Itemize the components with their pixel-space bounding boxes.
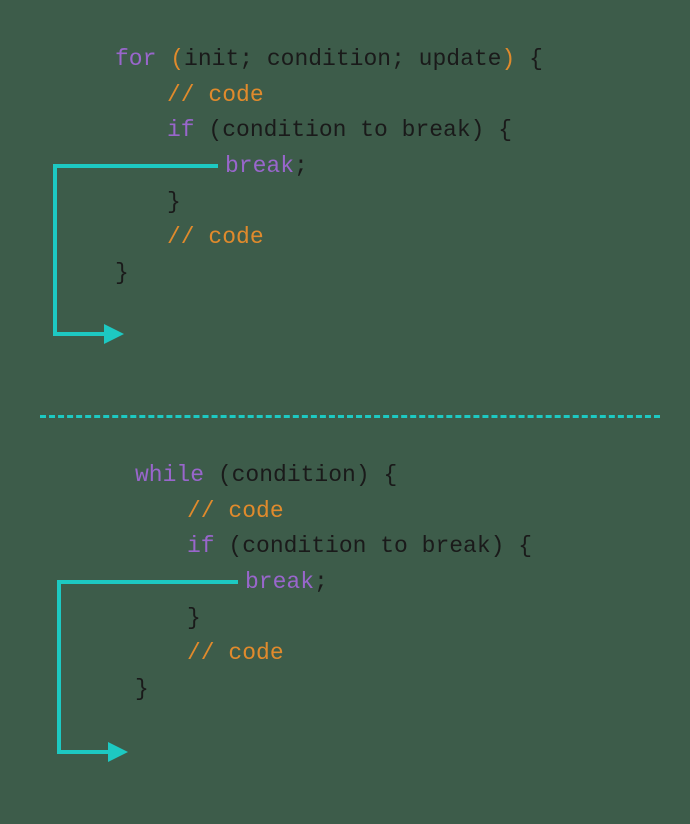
while-keyword: while: [135, 462, 204, 488]
while-comment1-line: // code: [135, 494, 532, 530]
while-loop-diagram: while (condition) { // code if (conditio…: [135, 458, 532, 707]
for-if-line: if (condition to break) {: [115, 113, 543, 149]
for-inner-close-line: }: [115, 185, 543, 221]
for-loop-diagram: for (init; condition; update) { // code …: [115, 42, 543, 291]
while-header-line: while (condition) {: [135, 458, 532, 494]
for-outer-close: }: [115, 260, 129, 286]
while-header-cond: (condition) {: [204, 462, 397, 488]
divider-line: [40, 415, 660, 418]
while-outer-close: }: [135, 676, 149, 702]
for-break-line: break;: [115, 149, 543, 185]
for-break-semi: ;: [294, 153, 308, 179]
for-comment2-line: // code: [115, 220, 543, 256]
while-comment2: // code: [187, 640, 284, 666]
while-if-cond: (condition to break) {: [215, 533, 532, 559]
for-header-args: init; condition; update: [184, 46, 501, 72]
for-header-line: for (init; condition; update) {: [115, 42, 543, 78]
for-keyword: for: [115, 46, 156, 72]
while-break-keyword: break: [245, 569, 314, 595]
for-comment2: // code: [167, 224, 264, 250]
while-if-line: if (condition to break) {: [135, 529, 532, 565]
for-paren-close: ): [501, 46, 529, 72]
while-outer-close-line: }: [135, 672, 532, 708]
while-inner-close: }: [187, 605, 201, 631]
for-paren-open: (: [156, 46, 184, 72]
while-comment2-line: // code: [135, 636, 532, 672]
for-if-keyword: if: [167, 117, 195, 143]
while-break-line: break;: [135, 565, 532, 601]
while-inner-close-line: }: [135, 601, 532, 637]
for-comment1: // code: [167, 82, 264, 108]
while-comment1: // code: [187, 498, 284, 524]
while-if-keyword: if: [187, 533, 215, 559]
for-break-keyword: break: [225, 153, 294, 179]
for-if-cond: (condition to break) {: [195, 117, 512, 143]
for-comment1-line: // code: [115, 78, 543, 114]
while-break-semi: ;: [314, 569, 328, 595]
for-outer-close-line: }: [115, 256, 543, 292]
for-inner-close: }: [167, 189, 181, 215]
for-brace-open: {: [529, 46, 543, 72]
